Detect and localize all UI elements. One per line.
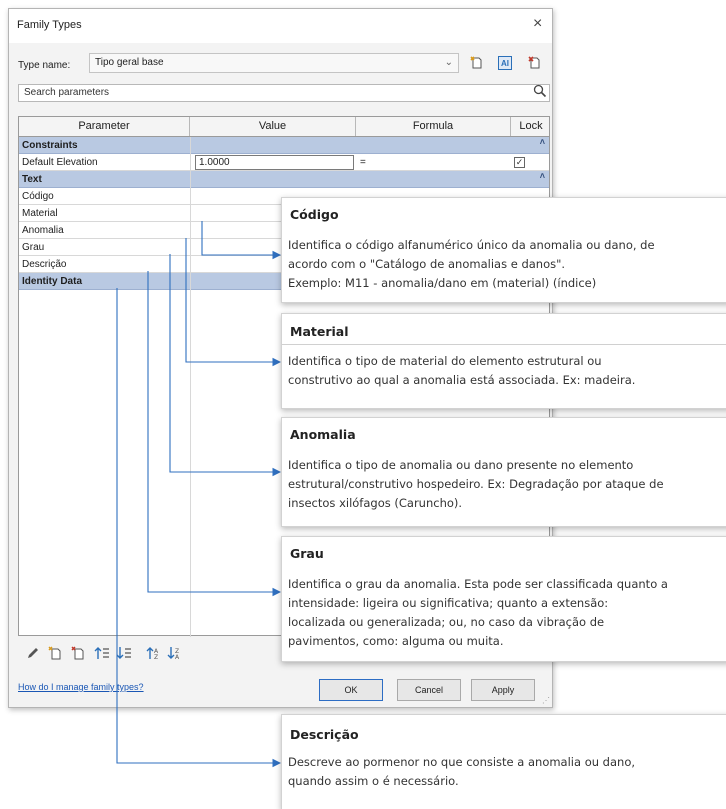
callout-title: Código bbox=[290, 207, 339, 222]
arrow-descricao bbox=[116, 288, 282, 768]
callout-material: Material Identifica o tipo de material d… bbox=[281, 313, 726, 409]
callout-codigo: Código Identifica o código alfanumérico … bbox=[281, 197, 726, 303]
arrow-grau bbox=[147, 271, 282, 597]
callout-description: Identifica o tipo de anomalia ou dano pr… bbox=[288, 458, 664, 510]
callout-description: Identifica o grau da anomalia. Esta pode… bbox=[288, 577, 668, 648]
callout-description: Descreve ao pormenor no que consiste a a… bbox=[288, 755, 636, 788]
callout-title: Descrição bbox=[290, 727, 359, 742]
callout-title: Anomalia bbox=[290, 427, 356, 442]
callout-anomalia: Anomalia Identifica o tipo de anomalia o… bbox=[281, 417, 726, 527]
callout-divider bbox=[282, 344, 726, 345]
callout-descricao: Descrição Descreve ao pormenor no que co… bbox=[281, 714, 726, 809]
callout-description: Identifica o código alfanumérico único d… bbox=[288, 238, 655, 290]
arrow-codigo bbox=[201, 221, 282, 260]
arrow-material bbox=[185, 238, 282, 367]
callout-grau: Grau Identifica o grau da anomalia. Esta… bbox=[281, 536, 726, 662]
callout-title: Material bbox=[290, 324, 349, 339]
callout-description: Identifica o tipo de material do element… bbox=[288, 354, 636, 387]
callout-title: Grau bbox=[290, 546, 324, 561]
